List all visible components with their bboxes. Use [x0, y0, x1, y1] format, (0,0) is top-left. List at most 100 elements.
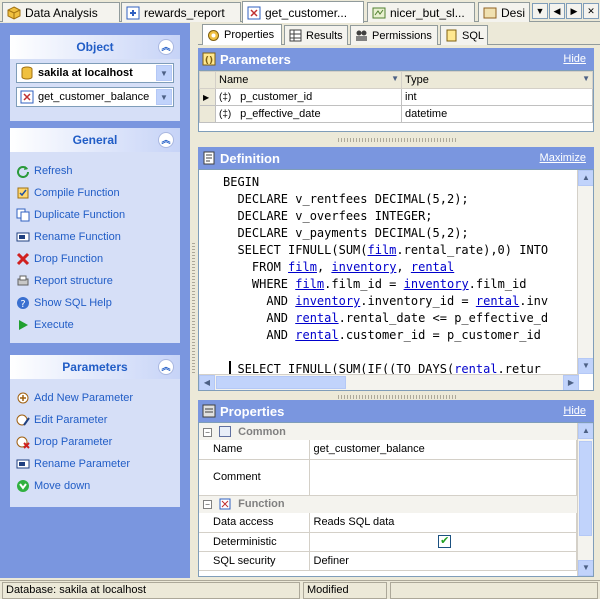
tab-rewards-report[interactable]: rewards_report: [121, 2, 241, 22]
table-reference-link[interactable]: inventory: [295, 294, 360, 308]
refresh-link[interactable]: Refresh: [10, 160, 180, 182]
report-structure-link[interactable]: Report structure: [10, 270, 180, 292]
tab-nicer-but-slower[interactable]: nicer_but_sl...: [367, 2, 475, 22]
sql-code[interactable]: BEGIN DECLARE v_rentfees DECIMAL(5,2); D…: [223, 174, 548, 378]
code-line[interactable]: WHERE film.film_id = inventory.film_id: [223, 276, 548, 293]
compile-function-link[interactable]: Compile Function: [10, 182, 180, 204]
scroll-down-button[interactable]: ▼: [578, 358, 593, 374]
execute-link[interactable]: Execute: [10, 314, 180, 336]
code-line[interactable]: SELECT IFNULL(SUM(film.rental_rate),0) I…: [223, 242, 548, 259]
property-group-function[interactable]: − Function: [199, 495, 577, 513]
panel-splitter[interactable]: [190, 23, 198, 578]
tab-sql[interactable]: SQL: [440, 25, 488, 45]
property-value[interactable]: [309, 459, 577, 496]
splitter-grip[interactable]: [338, 138, 458, 142]
code-line[interactable]: DECLARE v_overfees INTEGER;: [223, 208, 548, 225]
rename-parameter-link[interactable]: Rename Parameter: [10, 453, 180, 475]
chevron-down-icon[interactable]: ▼: [156, 89, 172, 105]
horizontal-scrollbar[interactable]: ◀ ▶: [199, 374, 579, 390]
tab-properties[interactable]: Properties: [202, 24, 282, 45]
object-group-header[interactable]: Object ︽: [10, 35, 180, 59]
show-sql-help-link[interactable]: ? Show SQL Help: [10, 292, 180, 314]
edit-parameter-link[interactable]: Edit Parameter: [10, 409, 180, 431]
collapse-icon[interactable]: ︽: [158, 359, 174, 375]
scroll-up-button[interactable]: ▲: [578, 170, 593, 186]
general-group-header[interactable]: General ︽: [10, 128, 180, 152]
vertical-scrollbar[interactable]: ▲ ▼: [577, 423, 593, 576]
code-line[interactable]: FROM film, inventory, rental: [223, 259, 548, 276]
deterministic-checkbox[interactable]: ✔: [438, 535, 452, 548]
collapse-icon[interactable]: ︽: [158, 39, 174, 55]
splitter-grip[interactable]: [338, 395, 458, 399]
table-reference-link[interactable]: rental: [295, 328, 338, 342]
scroll-left-button[interactable]: ◀: [199, 375, 215, 390]
property-row-deterministic[interactable]: Deterministic ✔: [199, 532, 577, 552]
scroll-thumb[interactable]: [216, 376, 346, 389]
code-line[interactable]: DECLARE v_rentfees DECIMAL(5,2);: [223, 191, 548, 208]
code-line[interactable]: AND inventory.inventory_id = rental.inv: [223, 293, 548, 310]
maximize-definition-link[interactable]: Maximize: [540, 152, 586, 164]
tab-data-analysis[interactable]: Data Analysis: [2, 2, 120, 22]
collapse-group-icon[interactable]: −: [203, 427, 212, 437]
property-value[interactable]: get_customer_balance: [309, 440, 577, 460]
table-reference-link[interactable]: rental: [295, 311, 338, 325]
in-parameter-icon: (‡): [219, 109, 232, 120]
property-value[interactable]: Definer: [309, 551, 577, 571]
move-down-link[interactable]: Move down: [10, 475, 180, 497]
table-reference-link[interactable]: film: [368, 243, 397, 257]
scroll-right-button[interactable]: ▶: [563, 375, 579, 390]
drop-parameter-link[interactable]: Drop Parameter: [10, 431, 180, 453]
table-reference-link[interactable]: rental: [476, 294, 519, 308]
filter-dropdown-icon[interactable]: ▼: [582, 74, 590, 83]
scroll-up-button[interactable]: ▲: [578, 423, 593, 439]
function-selector[interactable]: get_customer_balance ▼: [16, 87, 174, 107]
tab-get-customer-balance[interactable]: get_customer...: [242, 1, 364, 23]
collapse-group-icon[interactable]: −: [203, 500, 212, 510]
table-reference-link[interactable]: rental: [411, 260, 454, 274]
property-row-comment[interactable]: Comment: [199, 459, 577, 496]
code-line[interactable]: AND rental.customer_id = p_customer_id: [223, 327, 548, 344]
column-header-type[interactable]: Type ▼: [401, 71, 593, 89]
parameters-group-header[interactable]: Parameters ︽: [10, 355, 180, 379]
property-group-common[interactable]: − Common: [199, 423, 577, 440]
column-header-name[interactable]: Name ▼: [215, 71, 402, 89]
collapse-icon[interactable]: ︽: [158, 132, 174, 148]
code-line[interactable]: DECLARE v_payments DECIMAL(5,2);: [223, 225, 548, 242]
scroll-thumb[interactable]: [579, 441, 592, 536]
item-label: Edit Parameter: [34, 414, 108, 426]
database-selector[interactable]: sakila at localhost ▼: [16, 63, 174, 83]
vertical-scrollbar[interactable]: ▲ ▼: [577, 170, 593, 374]
rename-function-link[interactable]: Rename Function: [10, 226, 180, 248]
tab-designer[interactable]: Desi: [478, 2, 530, 22]
code-line[interactable]: AND rental.rental_date <= p_effective_d: [223, 310, 548, 327]
table-reference-link[interactable]: film: [295, 277, 324, 291]
table-reference-link[interactable]: inventory: [404, 277, 469, 291]
filter-dropdown-icon[interactable]: ▼: [391, 74, 399, 83]
scroll-down-button[interactable]: ▼: [578, 560, 593, 576]
table-row[interactable]: ▶ (‡) p_customer_id int: [199, 88, 593, 106]
property-row-sql-security[interactable]: SQL security Definer: [199, 551, 577, 571]
tab-menu-button[interactable]: ▼: [532, 3, 548, 19]
function-icon: [20, 90, 34, 104]
add-new-parameter-link[interactable]: Add New Parameter: [10, 387, 180, 409]
hide-parameters-link[interactable]: Hide: [563, 53, 586, 65]
group-title: General: [72, 133, 118, 147]
tab-results[interactable]: Results: [284, 25, 348, 45]
property-row-data-access[interactable]: Data access Reads SQL data: [199, 513, 577, 533]
code-line[interactable]: [223, 344, 548, 361]
tab-permissions[interactable]: Permissions: [350, 25, 438, 45]
close-tab-button[interactable]: ✕: [583, 3, 599, 19]
code-line[interactable]: BEGIN: [223, 174, 548, 191]
hide-properties-link[interactable]: Hide: [563, 405, 586, 417]
drop-function-link[interactable]: Drop Function: [10, 248, 180, 270]
duplicate-function-link[interactable]: Duplicate Function: [10, 204, 180, 226]
table-reference-link[interactable]: inventory: [331, 260, 396, 274]
sql-editor[interactable]: BEGIN DECLARE v_rentfees DECIMAL(5,2); D…: [198, 169, 594, 391]
scroll-tabs-left-button[interactable]: ◀: [549, 3, 565, 19]
table-row[interactable]: (‡) p_effective_date datetime: [199, 105, 593, 123]
chevron-down-icon[interactable]: ▼: [156, 65, 172, 81]
property-row-name[interactable]: Name get_customer_balance: [199, 440, 577, 460]
table-reference-link[interactable]: film: [288, 260, 317, 274]
property-value[interactable]: Reads SQL data: [309, 513, 577, 533]
scroll-tabs-right-button[interactable]: ▶: [566, 3, 582, 19]
